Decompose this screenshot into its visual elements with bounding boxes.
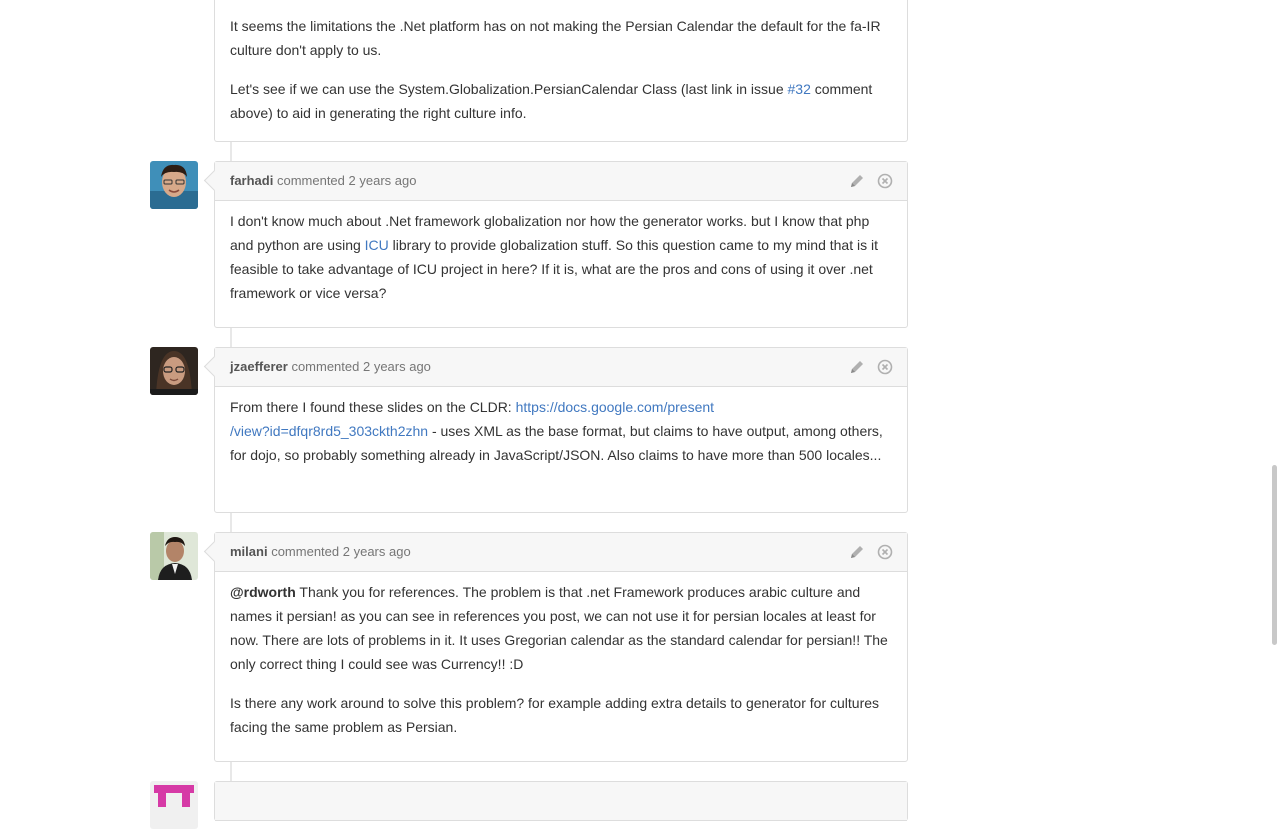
close-icon[interactable] [877,544,893,560]
comment-paragraph: From there I found these slides on the C… [230,395,892,467]
avatar[interactable] [150,161,198,209]
comment-paragraph: Is there any work around to solve this p… [230,695,880,735]
comment-paragraph: Let's see if we can use the System.Globa… [230,77,892,125]
paragraph-text: Thank you for references. The problem is… [230,584,888,672]
user-mention[interactable]: @rdworth [230,584,296,600]
avatar[interactable] [150,347,198,395]
comment-box: jzaefferer commented 2 years ago From th… [203,347,908,513]
comment-header: jzaefferer commented 2 years ago [215,348,907,387]
comment-author[interactable]: milani [230,544,268,559]
scrollbar-thumb[interactable] [1272,465,1277,645]
pencil-icon[interactable] [849,359,865,375]
comment-body-box: It seems the limitations the .Net platfo… [214,0,908,142]
comment-timestamp[interactable]: 2 years ago [349,173,417,188]
comment-header [215,782,907,821]
paragraph-text: Let's see if we can use the System.Globa… [230,81,788,97]
comment-paragraph: It seems the limitations the .Net platfo… [230,18,881,58]
comment-header: milani commented 2 years ago [215,533,907,572]
comment-header: farhadi commented 2 years ago [215,162,907,201]
comment-paragraph: @rdworth Thank you for references. The p… [230,580,892,676]
comment-verb: commented [276,173,345,188]
comment-box: milani commented 2 years ago @rdworth Th… [203,532,908,762]
pencil-icon[interactable] [849,173,865,189]
avatar[interactable] [150,532,198,580]
close-icon[interactable] [877,173,893,189]
comment-verb: commented [291,359,360,374]
comment-verb: commented [271,544,340,559]
comment-box [214,781,908,821]
link-text: /view?id=dfqr8rd5_303ckth2zhn [230,423,429,439]
scrollbar[interactable] [1268,0,1280,800]
paragraph-text: From there I found these slides on the C… [230,399,516,415]
issue-link[interactable]: #32 [788,81,811,97]
close-icon[interactable] [877,359,893,375]
comment-timestamp[interactable]: 2 years ago [363,359,431,374]
icu-link[interactable]: ICU [365,237,389,253]
link-text: https://docs.google.com/present [515,399,715,415]
comment-paragraph: I don't know much about .Net framework g… [230,209,892,305]
comment-author[interactable]: jzaefferer [230,359,288,374]
comment-box: farhadi commented 2 years ago I don't kn… [203,161,908,328]
comment-author[interactable]: farhadi [230,173,273,188]
avatar[interactable] [150,781,198,829]
pencil-icon[interactable] [849,544,865,560]
comment-timestamp[interactable]: 2 years ago [343,544,411,559]
